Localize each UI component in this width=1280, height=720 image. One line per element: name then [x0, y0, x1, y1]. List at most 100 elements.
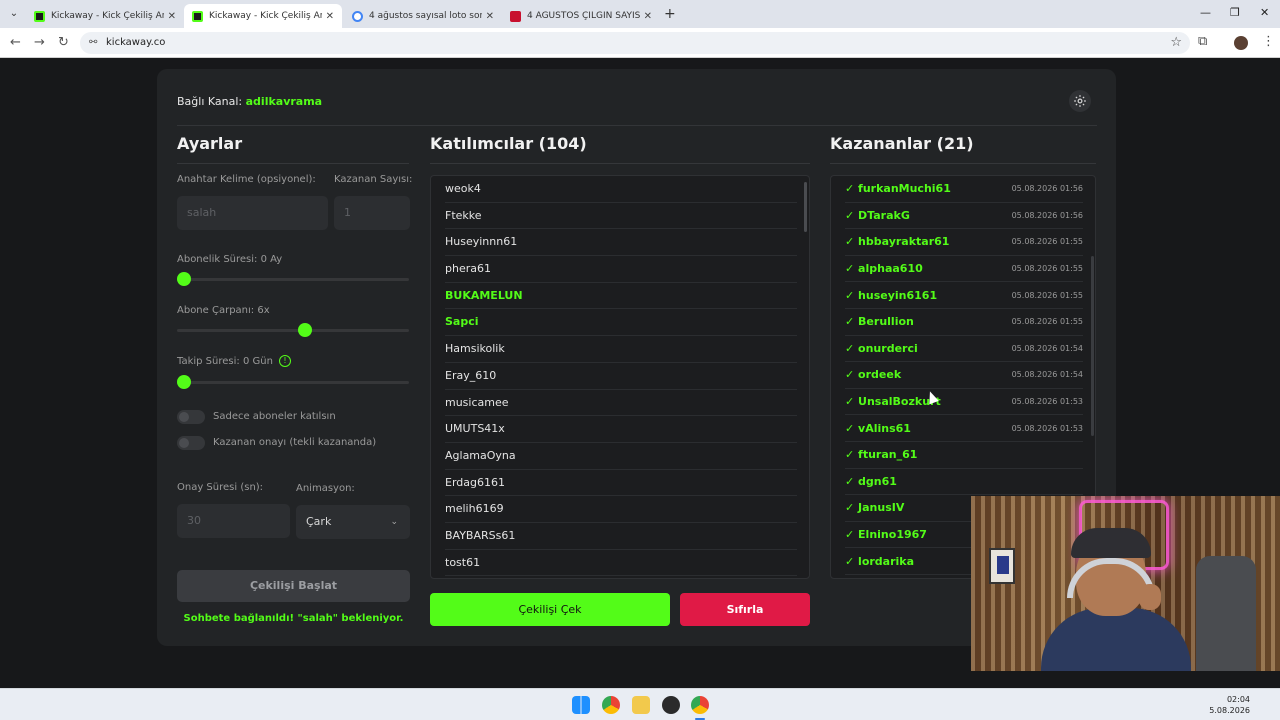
connection-status: Sohbete bağlanıldı! "salah" bekleniyor. — [183, 613, 404, 624]
sub-duration-slider[interactable] — [177, 272, 409, 286]
tab-title: 4 AĞUSTOS ÇILGIN SAYISAL LO — [527, 11, 640, 21]
browser-toolbar: ← → ↻ ⚯ kickaway.co ☆ ⧉ ⋮ — [0, 28, 1280, 58]
header-divider — [177, 125, 1097, 126]
reload-icon[interactable]: ↻ — [58, 35, 69, 50]
winner-timestamp: 05.08.2026 01:53 — [1011, 423, 1083, 433]
close-tab-icon[interactable]: ✕ — [326, 11, 334, 22]
os-taskbar: 02:04 5.08.2026 — [0, 688, 1280, 720]
system-clock[interactable]: 02:04 5.08.2026 — [1209, 694, 1250, 716]
winner-confirm-toggle[interactable] — [177, 436, 205, 450]
streamer-body — [1041, 608, 1191, 671]
winner-name: ✓ vAlins61 — [845, 421, 911, 435]
profile-avatar[interactable] — [1234, 36, 1248, 50]
kick-favicon-icon — [34, 10, 45, 22]
settings-gear-button[interactable] — [1069, 90, 1091, 112]
info-icon[interactable]: ! — [278, 355, 291, 367]
winner-row: ✓ fturan_61 — [845, 442, 1083, 469]
slider-handle[interactable] — [177, 375, 191, 389]
extensions-puzzle-icon[interactable]: ⧉ — [1198, 34, 1207, 49]
participants-list[interactable]: weok4 Ftekke Huseyinnn61 phera61 BUKAMELUN Sa… — [430, 175, 810, 579]
participant-row: Ftekke — [445, 203, 797, 230]
chrome-active-taskbar-icon[interactable] — [691, 696, 709, 714]
framed-jersey — [989, 548, 1015, 584]
browser-tab-4[interactable]: 4 AĞUSTOS ÇILGIN SAYISAL LO ✕ — [502, 4, 660, 28]
confirm-duration-label: Onay Süresi (sn): — [177, 482, 264, 493]
connected-channel: Bağlı Kanal: adilkavrama — [177, 95, 322, 108]
participant-row: phera61 — [445, 256, 797, 283]
streamer-cap — [1071, 528, 1151, 558]
participants-divider — [430, 163, 810, 164]
winners-scrollbar[interactable] — [1091, 256, 1094, 436]
subs-only-label: Sadece aboneler katılsın — [213, 411, 336, 422]
tab-title: 4 ağustos sayısal loto sonuçları — [369, 11, 482, 21]
winner-row: ✓ onurderci 05.08.2026 01:54 — [845, 336, 1083, 363]
participant-row: UMUTS41x — [445, 416, 797, 443]
gear-icon — [1074, 95, 1086, 107]
participants-scrollbar[interactable] — [804, 182, 807, 232]
close-tab-icon[interactable]: ✕ — [168, 11, 176, 22]
webcam-overlay — [971, 496, 1280, 671]
winner-row: ✓ Berullion 05.08.2026 01:55 — [845, 309, 1083, 336]
animation-selected-value: Çark — [306, 515, 332, 528]
streamer — [1041, 528, 1191, 671]
slider-handle[interactable] — [298, 323, 312, 337]
participant-row: melih6169 — [445, 496, 797, 523]
windows-start-icon[interactable] — [572, 696, 590, 714]
new-tab-plus-icon[interactable]: + — [664, 6, 676, 22]
winner-timestamp: 05.08.2026 01:54 — [1011, 370, 1083, 380]
animation-select[interactable]: Çark ⌄ — [296, 505, 410, 539]
sub-duration-label: Abonelik Süresi: 0 Ay — [177, 254, 283, 265]
browser-tab-3[interactable]: 4 ağustos sayısal loto sonuçları ✕ — [344, 4, 502, 28]
slider-handle[interactable] — [177, 272, 191, 286]
close-tab-icon[interactable]: ✕ — [486, 11, 494, 22]
chevron-down-icon: ⌄ — [390, 517, 398, 527]
winner-name: ✓ lordarika — [845, 554, 915, 568]
winner-confirm-label: Kazanan onayı (tekli kazananda) — [213, 437, 377, 448]
chrome-taskbar-icon[interactable] — [602, 696, 620, 714]
file-explorer-icon[interactable] — [632, 696, 650, 714]
browser-tab-2[interactable]: Kickaway - Kick Çekiliş Aracı ✕ — [184, 4, 342, 28]
winner-name: ✓ fturan_61 — [845, 448, 918, 462]
winner-name: ✓ Berullion — [845, 315, 914, 329]
reset-button[interactable]: Sıfırla — [680, 593, 810, 626]
back-arrow-icon[interactable]: ← — [10, 35, 21, 50]
minimize-window-icon[interactable]: — — [1200, 6, 1211, 19]
confirm-duration-input[interactable]: 30 — [177, 504, 290, 538]
winner-count-input[interactable]: 1 — [334, 196, 410, 230]
restore-window-icon[interactable]: ❐ — [1230, 6, 1240, 19]
subs-only-toggle[interactable] — [177, 410, 205, 424]
address-bar[interactable]: ⚯ kickaway.co ☆ — [80, 32, 1190, 54]
winner-timestamp: 05.08.2026 01:56 — [1011, 184, 1083, 194]
browser-menu-kebab-icon[interactable]: ⋮ — [1262, 34, 1275, 49]
winner-timestamp: 05.08.2026 01:53 — [1011, 397, 1083, 407]
winner-row: ✓ DTarakG 05.08.2026 01:56 — [845, 203, 1083, 230]
settings-title: Ayarlar — [177, 134, 243, 153]
sub-multiplier-slider[interactable] — [177, 323, 409, 337]
browser-tab-1[interactable]: Kickaway - Kick Çekiliş Aracı ✕ — [26, 4, 184, 28]
winner-row: ✓ ordeek 05.08.2026 01:54 — [845, 362, 1083, 389]
forward-arrow-icon[interactable]: → — [34, 35, 45, 50]
winner-name: ✓ dgn61 — [845, 474, 897, 488]
keyword-input[interactable]: salah — [177, 196, 328, 230]
follow-duration-text: Takip Süresi: 0 Gün — [177, 356, 273, 367]
winner-name: ✓ onurderci — [845, 341, 918, 355]
draw-winner-button[interactable]: Çekilişi Çek — [430, 593, 670, 626]
winner-name: ✓ DTarakG — [845, 208, 910, 222]
site-settings-icon[interactable]: ⚯ — [89, 32, 97, 54]
obs-taskbar-icon[interactable] — [662, 696, 680, 714]
tab-search-chevron-icon[interactable]: ⌄ — [6, 6, 22, 22]
bookmark-star-icon[interactable]: ☆ — [1170, 32, 1182, 54]
close-tab-icon[interactable]: ✕ — [644, 11, 652, 22]
channel-name: adilkavrama — [245, 95, 323, 108]
start-giveaway-button[interactable]: Çekilişi Başlat — [177, 570, 410, 602]
winner-row: ✓ dgn61 — [845, 469, 1083, 496]
participant-row: Erdag6161 — [445, 470, 797, 497]
winner-name: ✓ ordeek — [845, 368, 902, 382]
winner-timestamp: 05.08.2026 01:55 — [1011, 264, 1083, 274]
winner-name: ✓ hbbayraktar61 — [845, 235, 950, 249]
follow-duration-slider[interactable] — [177, 375, 409, 389]
winner-name: ✓ JanusIV — [845, 501, 905, 515]
close-window-icon[interactable]: ✕ — [1260, 6, 1269, 19]
participant-row: Huseyinnn61 — [445, 229, 797, 257]
winner-row: ✓ hbbayraktar61 05.08.2026 01:55 — [845, 229, 1083, 256]
